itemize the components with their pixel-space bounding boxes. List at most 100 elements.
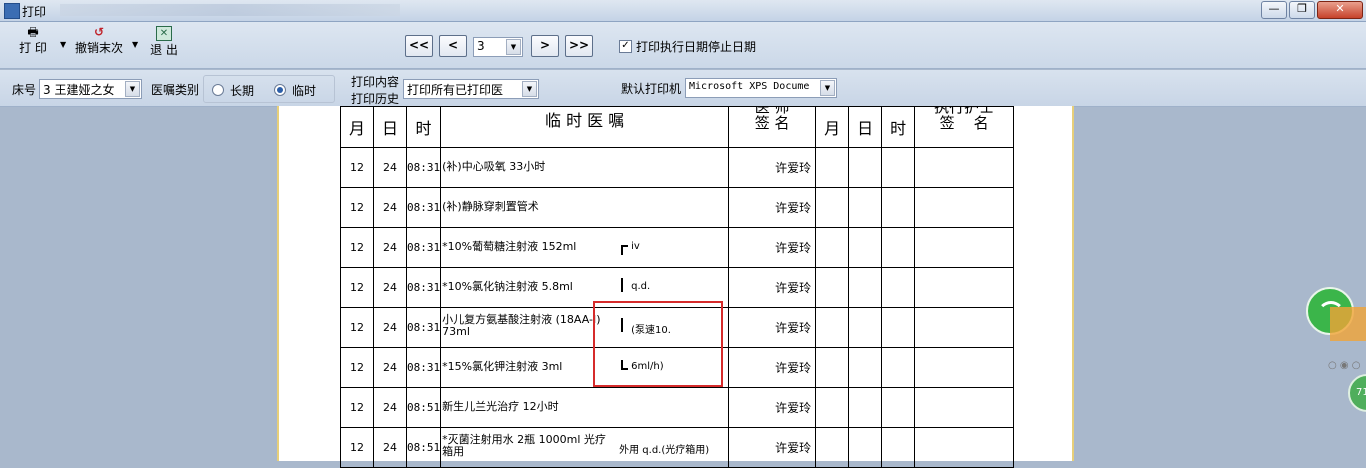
row-order: *灭菌注射用水 2瓶 1000ml 光疗箱用 外用 q.d.(光疗箱用) — [440, 427, 730, 468]
bracket-mark — [621, 245, 629, 255]
header-order-title: 临 时 医 嘱 — [440, 106, 730, 148]
row-order: 新生儿兰光治疗 12小时 — [440, 387, 730, 428]
undo-icon: ↺ — [93, 25, 105, 39]
row-exec-day — [848, 347, 883, 388]
print-content-select[interactable]: 打印所有已打印医 ▼ — [403, 79, 539, 99]
maximize-button[interactable]: ❐ — [1289, 1, 1315, 19]
title-bar: 打印 — ❐ ✕ — [0, 0, 1366, 22]
doctor-sign-bottom: 签 名 — [754, 114, 790, 132]
row-doctor-signature: 许爱玲 — [728, 187, 817, 228]
exit-button[interactable]: ✕ 退 出 — [148, 26, 180, 58]
bed-select[interactable]: 3 王建娅之女 ▼ — [39, 79, 142, 99]
row-day: 24 — [373, 307, 407, 348]
print-history-label: 打印历史 — [351, 92, 400, 106]
app-icon — [4, 3, 20, 19]
row-month: 12 — [340, 427, 374, 468]
row-order: (补)中心吸氧 33小时 — [440, 147, 730, 188]
row-month: 12 — [340, 347, 374, 388]
row-exec-month — [815, 147, 850, 188]
speed-badge[interactable]: 71 — [1348, 374, 1366, 412]
row-exec-hour — [881, 147, 916, 188]
header-hour: 时 — [405, 106, 442, 148]
long-term-label[interactable]: 长期 — [230, 82, 254, 99]
row-month: 12 — [340, 307, 374, 348]
order-text: *10%葡萄糖注射液 152ml — [442, 240, 577, 253]
row-month: 12 — [340, 227, 374, 268]
temporary-radio[interactable] — [274, 84, 286, 96]
header-month: 月 — [340, 106, 374, 148]
blurred-title-region — [60, 4, 400, 16]
row-doctor-signature: 许爱玲 — [728, 307, 817, 348]
row-time: 08:31 — [405, 147, 442, 188]
page-select[interactable]: 3 ▼ — [473, 37, 523, 57]
table-row: 12 24 08:51 *灭菌注射用水 2瓶 1000ml 光疗箱用 外用 q.d.(光… — [340, 427, 1015, 468]
order-text: 新生儿兰光治疗 12小时 — [442, 400, 559, 413]
prev-page-button[interactable]: < — [439, 35, 467, 57]
row-exec-day — [848, 227, 883, 268]
row-exec-month — [815, 227, 850, 268]
undo-last-button[interactable]: ↺ 撤销末次 — [72, 26, 126, 56]
row-time: 08:51 — [405, 427, 442, 468]
chevron-down-icon[interactable]: ▼ — [125, 81, 140, 97]
row-exec-day — [848, 187, 883, 228]
row-day: 24 — [373, 387, 407, 428]
row-exec-month — [815, 347, 850, 388]
logo-tile — [1330, 307, 1366, 341]
row-time: 08:31 — [405, 267, 442, 308]
next-page-button[interactable]: > — [531, 35, 559, 57]
table-row: 12 24 08:51 新生儿兰光治疗 12小时 许爱玲 — [340, 387, 1015, 428]
floating-widget[interactable] — [1306, 285, 1366, 341]
exit-icon: ✕ — [156, 26, 172, 41]
temporary-label[interactable]: 临时 — [292, 82, 316, 99]
order-text: *10%氯化钠注射液 5.8ml — [442, 280, 573, 293]
row-time: 08:31 — [405, 187, 442, 228]
row-doctor-signature: 许爱玲 — [728, 347, 817, 388]
printer-icon: 🖶 — [27, 25, 39, 39]
row-time: 08:31 — [405, 347, 442, 388]
print-content-label: 打印内容 — [351, 75, 400, 89]
row-doctor-signature: 许爱玲 — [728, 267, 817, 308]
row-exec-month — [815, 267, 850, 308]
header-exec-hour: 时 — [881, 106, 916, 148]
print-dropdown-arrow[interactable]: ▼ — [60, 40, 66, 49]
print-stop-date-checkbox[interactable]: ✓ — [619, 40, 632, 53]
printer-select[interactable]: Microsoft XPS Docume ▼ — [685, 78, 837, 98]
order-usage: iv — [631, 241, 640, 252]
last-page-button[interactable]: >> — [565, 35, 593, 57]
row-day: 24 — [373, 147, 407, 188]
row-exec-hour — [881, 427, 916, 468]
first-page-button[interactable]: << — [405, 35, 433, 57]
chevron-down-icon[interactable]: ▼ — [820, 80, 835, 96]
row-day: 24 — [373, 427, 407, 468]
row-exec-day — [848, 387, 883, 428]
dots-indicator: ○ ◉ ○ — [1328, 360, 1361, 371]
row-nurse-signature — [914, 267, 1015, 308]
row-month: 12 — [340, 147, 374, 188]
row-exec-hour — [881, 347, 916, 388]
window-title: 打印 — [22, 5, 47, 19]
minimize-button[interactable]: — — [1261, 1, 1287, 19]
chevron-down-icon[interactable]: ▼ — [506, 39, 521, 55]
long-term-radio[interactable] — [212, 84, 224, 96]
table-header-row: 月 日 时 临 时 医 嘱 医 师 签 名 月 日 时 执行护士 签 名 — [340, 106, 1015, 148]
undo-dropdown-arrow[interactable]: ▼ — [132, 40, 138, 49]
print-preview-page: 月 日 时 临 时 医 嘱 医 师 签 名 月 日 时 执行护士 签 名 12 2… — [277, 106, 1074, 468]
bed-label: 床号 — [12, 83, 37, 97]
row-month: 12 — [340, 187, 374, 228]
row-nurse-signature — [914, 227, 1015, 268]
row-month: 12 — [340, 267, 374, 308]
row-day: 24 — [373, 227, 407, 268]
print-button[interactable]: 🖶 打 印 — [16, 26, 50, 56]
row-time: 08:31 — [405, 227, 442, 268]
table-row: 12 24 08:31 *10%葡萄糖注射液 152ml iv 许爱玲 — [340, 227, 1015, 268]
bracket-mark — [621, 278, 628, 292]
close-button[interactable]: ✕ — [1317, 1, 1363, 19]
row-doctor-signature: 许爱玲 — [728, 427, 817, 468]
row-day: 24 — [373, 187, 407, 228]
row-order: (补)静脉穿刺置管术 — [440, 187, 730, 228]
bed-value: 3 王建娅之女 — [43, 83, 115, 97]
print-content-value: 打印所有已打印医 — [407, 83, 504, 97]
header-day: 日 — [373, 106, 407, 148]
chevron-down-icon[interactable]: ▼ — [522, 81, 537, 97]
order-text: (补)静脉穿刺置管术 — [442, 200, 539, 213]
